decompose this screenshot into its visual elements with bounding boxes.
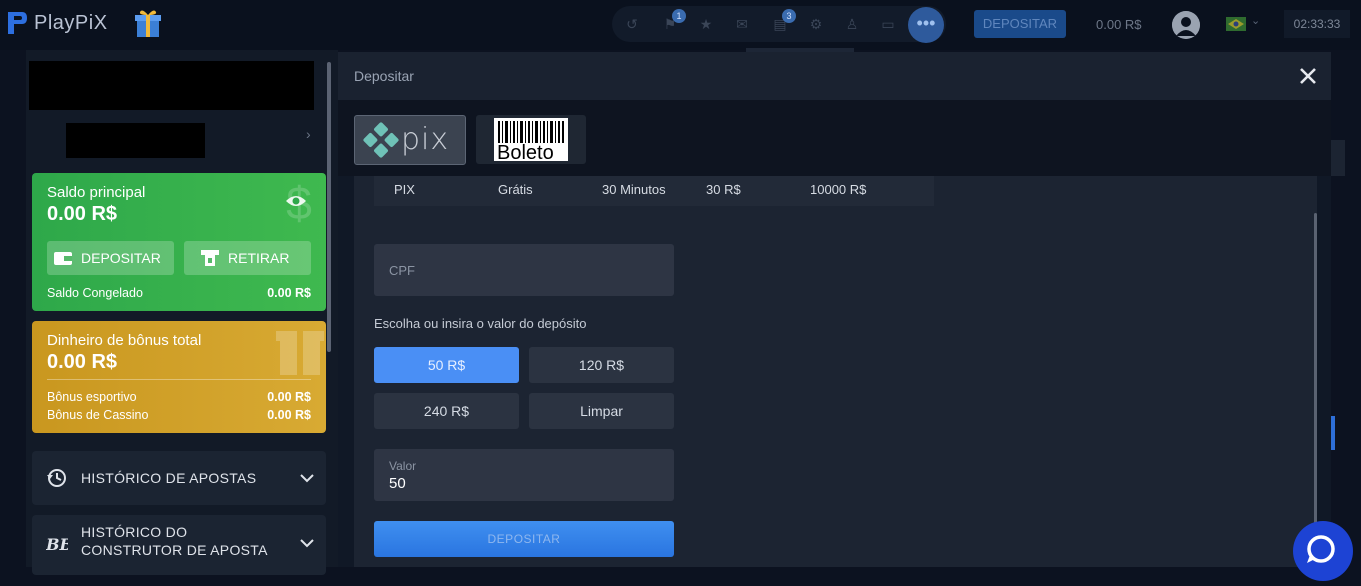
withdraw-button[interactable]: RETIRAR [184, 241, 311, 275]
history-icon[interactable]: ↺ [624, 16, 640, 32]
football-icon[interactable]: ⚑ 1 [662, 9, 686, 32]
builder-history-label-line2: CONSTRUTOR DE APOSTA [81, 542, 268, 558]
frozen-balance-row: Saldo Congelado 0.00 R$ [47, 286, 311, 300]
playpix-logo-icon [8, 12, 27, 34]
amount-50-button[interactable]: 50 R$ [374, 347, 519, 383]
method-time: 30 Minutos [602, 182, 666, 197]
chevron-right-icon[interactable]: › [306, 126, 311, 142]
chevron-down-icon [300, 539, 314, 548]
main-balance-amount: 0.00 R$ [47, 203, 118, 225]
tab-boleto[interactable]: Boleto [476, 115, 586, 164]
method-max: 10000 R$ [810, 182, 867, 197]
badge-count: 3 [782, 9, 796, 23]
inbox-icon[interactable]: ▤ 3 [772, 9, 796, 32]
cpf-placeholder: CPF [389, 263, 415, 278]
backdrop-element [1331, 416, 1335, 450]
form-scrollbar[interactable] [1314, 213, 1317, 567]
backdrop-element [1331, 140, 1345, 176]
panel-scrollbar[interactable] [327, 62, 331, 352]
gift-icon[interactable] [134, 8, 162, 38]
more-menu-button[interactable]: ••• [908, 7, 944, 43]
bonus-balance-card: Dinheiro de bônus total 0.00 R$ Bônus es… [32, 321, 326, 433]
gear-icon[interactable]: ⚙ [808, 16, 824, 32]
boleto-label: Boleto [497, 142, 554, 164]
modal-title: Depositar [354, 68, 414, 84]
modal-header: Depositar [338, 52, 1331, 100]
chat-button[interactable] [1293, 521, 1353, 581]
withdraw-button-label: RETIRAR [228, 250, 290, 266]
method-fee: Grátis [498, 182, 533, 197]
language-flag-icon[interactable] [1226, 17, 1246, 31]
mail-icon[interactable]: ✉ [734, 16, 750, 32]
builder-history-accordion[interactable]: BB HISTÓRICO DO CONSTRUTOR DE APOSTA [32, 515, 326, 575]
sport-bonus-label: Bônus esportivo [47, 390, 137, 404]
amount-field[interactable]: Valor 50 [374, 449, 674, 501]
page-backdrop [0, 50, 26, 567]
builder-history-label-line1: HISTÓRICO DO [81, 524, 188, 540]
payment-method-tabs: pix Boleto [338, 100, 1331, 176]
amount-choose-label: Escolha ou insira o valor do depósito [374, 316, 587, 331]
method-name: PIX [394, 182, 415, 197]
bonus-title: Dinheiro de bônus total [47, 332, 202, 349]
chat-icon [1307, 535, 1335, 563]
clear-amount-button[interactable]: Limpar [529, 393, 674, 429]
eye-icon[interactable] [284, 192, 308, 210]
casino-bonus-label: Bônus de Cassino [47, 408, 149, 422]
user-avatar-icon [1172, 11, 1200, 39]
deposit-form: PIX Grátis 30 Minutos 30 R$ 10000 R$ CPF… [354, 176, 1317, 567]
avatar[interactable] [1172, 11, 1200, 39]
user-icon[interactable]: ♙ [844, 16, 860, 32]
submit-deposit-button[interactable]: DEPOSITAR [374, 521, 674, 557]
pix-label: pix [401, 122, 450, 157]
bet-history-label: HISTÓRICO DE APOSTAS [81, 470, 257, 486]
redacted-user-id [66, 123, 205, 158]
amount-field-label: Valor [389, 459, 417, 473]
main-balance-title: Saldo principal [47, 184, 146, 201]
wallet-icon [54, 252, 72, 265]
svg-text:BB: BB [46, 535, 68, 554]
deposit-button[interactable]: DEPOSITAR [47, 241, 174, 275]
amount-240-button[interactable]: 240 R$ [374, 393, 519, 429]
sport-bonus-value: 0.00 R$ [267, 390, 311, 404]
amount-120-button[interactable]: 120 R$ [529, 347, 674, 383]
tab-pix[interactable]: pix [354, 115, 466, 165]
message-icon[interactable]: ▭ [880, 16, 896, 32]
bonus-amount: 0.00 R$ [47, 351, 118, 373]
header-deposit-button[interactable]: DEPOSITAR [974, 10, 1066, 38]
clock: 02:33:33 [1284, 10, 1350, 38]
close-icon[interactable] [1296, 64, 1320, 88]
gift-icon [276, 331, 324, 375]
casino-bonus-value: 0.00 R$ [267, 408, 311, 422]
amount-field-value: 50 [389, 475, 406, 492]
method-info-row: PIX Grátis 30 Minutos 30 R$ 10000 R$ [374, 176, 934, 206]
method-min: 30 R$ [706, 182, 741, 197]
casino-bonus-row: Bônus de Cassino 0.00 R$ [47, 408, 311, 422]
frozen-balance-value: 0.00 R$ [267, 286, 311, 300]
chevron-down-icon[interactable]: ⌄ [1251, 14, 1260, 27]
app-name: PlayPiX [34, 11, 108, 34]
frozen-balance-label: Saldo Congelado [47, 286, 143, 300]
cpf-field[interactable]: CPF [374, 244, 674, 296]
deposit-modal: Depositar pix Boleto PIX Grátis 30 Minut… [338, 52, 1331, 567]
page-backdrop-right [1331, 52, 1361, 567]
history-icon [47, 469, 66, 487]
header-balance: 0.00 R$ [1096, 17, 1142, 32]
star-icon[interactable]: ★ [698, 16, 714, 32]
logo[interactable]: PlayPiX [6, 10, 108, 36]
main-balance-card: $ Saldo principal 0.00 R$ DEPOSITAR RETI… [32, 173, 326, 311]
chevron-down-icon [300, 474, 314, 483]
bet-history-accordion[interactable]: HISTÓRICO DE APOSTAS [32, 451, 326, 505]
sport-bonus-row: Bônus esportivo 0.00 R$ [47, 390, 311, 404]
bet-builder-icon: BB [46, 535, 68, 554]
deposit-button-label: DEPOSITAR [81, 250, 161, 266]
withdraw-icon [201, 250, 219, 266]
divider [47, 379, 311, 380]
badge-count: 1 [672, 9, 686, 23]
quick-icons-bar: ↺ ⚑ 1 ★ ✉ ▤ 3 ⚙ ♙ ▭ [612, 6, 946, 42]
redacted-user-info [29, 61, 314, 110]
top-bar: PlayPiX ↺ ⚑ 1 ★ ✉ ▤ 3 ⚙ ♙ ▭ ••• DEPOSITAR … [0, 0, 1361, 50]
